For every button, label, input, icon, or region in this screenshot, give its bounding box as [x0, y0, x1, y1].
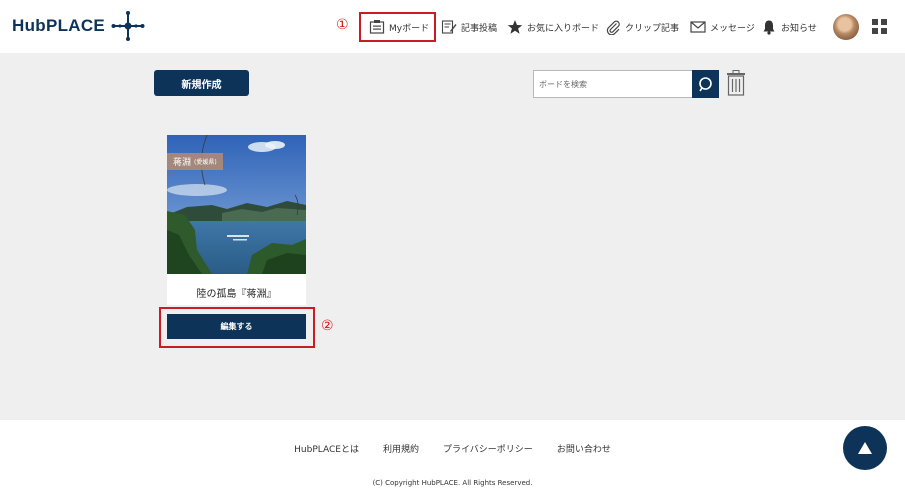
- board-search-input[interactable]: [534, 71, 692, 97]
- search-button[interactable]: [692, 70, 719, 98]
- trash-icon[interactable]: [726, 70, 746, 96]
- footer-link-contact[interactable]: お問い合わせ: [557, 442, 611, 455]
- footer-link-about[interactable]: HubPLACEとは: [294, 442, 359, 455]
- logo-mark-icon: [111, 11, 145, 41]
- envelope-icon: [690, 21, 706, 33]
- board-location-prefecture: (愛媛県): [194, 159, 217, 166]
- nav-my-board-label: Myボード: [389, 23, 430, 34]
- back-to-top-button[interactable]: [843, 426, 887, 470]
- board-location-name: 蒋淵: [173, 158, 192, 168]
- nav-clip-articles-label: クリップ記事: [625, 23, 680, 34]
- star-icon: [507, 20, 523, 34]
- new-board-button[interactable]: 新規作成: [154, 70, 249, 96]
- paperclip-icon: [606, 20, 620, 35]
- board-search: [533, 70, 719, 98]
- board-card[interactable]: 蒋淵 (愛媛県) 陸の孤島『蒋淵』: [167, 135, 306, 305]
- arrow-up-icon: [858, 442, 872, 454]
- nav-messages-label: メッセージ: [710, 23, 755, 34]
- copyright-text: (C) Copyright HubPLACE. All Rights Reser…: [372, 479, 533, 487]
- bell-icon: [763, 20, 775, 35]
- site-header: HubPLACE ① Myボード 記事投稿 お気に入りボード クリップ記事 メッ…: [0, 0, 905, 53]
- annotation-marker-2: ②: [321, 318, 334, 334]
- nav-post-article[interactable]: 記事投稿: [441, 17, 497, 37]
- edit-post-icon: [441, 20, 457, 34]
- board-location-tag: 蒋淵 (愛媛県): [167, 153, 223, 170]
- edit-board-button[interactable]: 編集する: [167, 314, 306, 339]
- footer-link-privacy[interactable]: プライバシーポリシー: [443, 442, 533, 455]
- nav-my-board[interactable]: Myボード: [369, 17, 429, 37]
- board-title[interactable]: 陸の孤島『蒋淵』: [167, 285, 306, 300]
- search-icon: [699, 76, 712, 91]
- footer-links: HubPLACEとは 利用規約 プライバシーポリシー お問い合わせ: [0, 442, 905, 455]
- nav-clip-articles[interactable]: クリップ記事: [605, 17, 679, 37]
- nav-favorite-boards[interactable]: お気に入りボード: [507, 17, 599, 37]
- annotation-marker-1: ①: [336, 17, 349, 33]
- footer-link-terms[interactable]: 利用規約: [383, 442, 419, 455]
- site-footer: HubPLACEとは 利用規約 プライバシーポリシー お問い合わせ (C) Co…: [0, 420, 905, 493]
- nav-favorite-boards-label: お気に入りボード: [527, 23, 600, 34]
- nav-messages[interactable]: メッセージ: [690, 17, 755, 37]
- nav-post-article-label: 記事投稿: [461, 23, 498, 34]
- logo-text: HubPLACE: [12, 16, 106, 35]
- board-icon: [369, 20, 385, 34]
- nav-notifications-label: お知らせ: [781, 23, 817, 34]
- nav-notifications[interactable]: お知らせ: [761, 17, 817, 37]
- site-logo[interactable]: HubPLACE: [12, 11, 145, 41]
- apps-grid-icon[interactable]: [872, 19, 887, 34]
- user-avatar[interactable]: [833, 14, 859, 40]
